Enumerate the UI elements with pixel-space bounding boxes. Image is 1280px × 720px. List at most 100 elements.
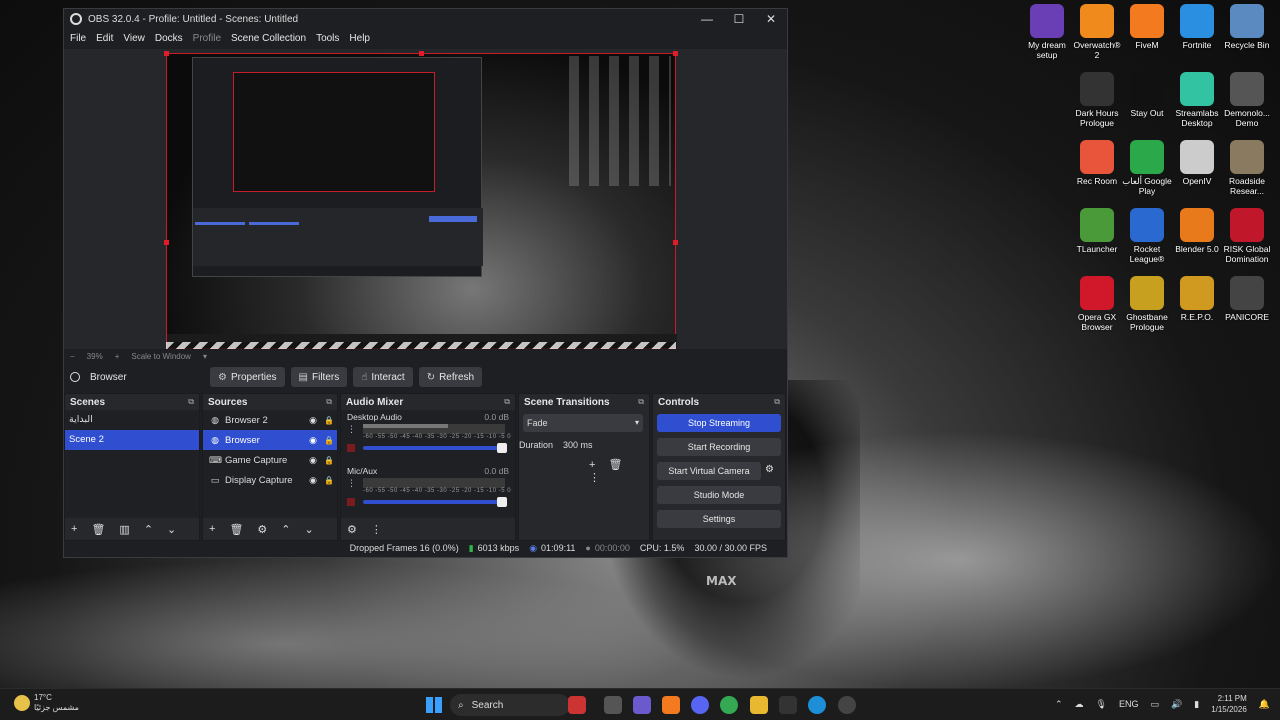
- source-item[interactable]: ⌨ Game Capture ◉ 🔒: [203, 450, 337, 470]
- move-up-icon[interactable]: ⌃: [144, 523, 153, 536]
- chrome-icon[interactable]: [720, 696, 738, 714]
- resize-handle[interactable]: [164, 51, 169, 56]
- mute-icon[interactable]: [347, 498, 355, 506]
- eye-icon[interactable]: ◉: [305, 435, 321, 446]
- desktop-icon[interactable]: TLauncher: [1072, 208, 1122, 254]
- cloud-icon[interactable]: ☁: [1075, 699, 1084, 710]
- chevron-down-icon[interactable]: ▾: [203, 352, 207, 361]
- volume-icon[interactable]: 🔊: [1171, 699, 1182, 710]
- weather-widget[interactable]: 17°C مشمس جزئيًا: [14, 693, 79, 713]
- trash-icon[interactable]: 🗑: [609, 459, 623, 471]
- source-item[interactable]: ▭ Display Capture ◉ 🔒: [203, 470, 337, 490]
- desktop-icon[interactable]: Fortnite: [1172, 4, 1222, 50]
- preview-area[interactable]: [64, 49, 787, 349]
- eye-icon[interactable]: ◉: [305, 475, 321, 486]
- desktop-icon[interactable]: RISK Global Domination: [1222, 208, 1272, 264]
- zoom-in-button[interactable]: +: [115, 352, 120, 361]
- lock-icon[interactable]: 🔒: [321, 416, 337, 425]
- studio-mode-button[interactable]: Studio Mode: [657, 486, 781, 504]
- more-icon[interactable]: ⋮: [347, 478, 356, 489]
- language-indicator[interactable]: ENG: [1119, 699, 1139, 709]
- mic-icon[interactable]: 🎙: [1096, 699, 1107, 710]
- undock-icon[interactable]: ⧉: [326, 397, 332, 407]
- undock-icon[interactable]: ⧉: [504, 397, 510, 407]
- interact-button[interactable]: ☝ Interact: [353, 367, 413, 387]
- resize-handle[interactable]: [419, 51, 424, 56]
- lock-icon[interactable]: 🔒: [321, 456, 337, 465]
- scale-mode[interactable]: Scale to Window: [131, 352, 191, 361]
- minimize-button[interactable]: —: [691, 9, 723, 29]
- menu-view[interactable]: View: [123, 33, 145, 44]
- menu-help[interactable]: Help: [349, 33, 370, 44]
- desktop-icon[interactable]: Overwatch® 2: [1072, 4, 1122, 60]
- add-source-icon[interactable]: +: [209, 523, 215, 535]
- resize-handle[interactable]: [164, 240, 169, 245]
- undock-icon[interactable]: ⧉: [774, 397, 780, 407]
- desktop-icon[interactable]: Dark Hours Prologue: [1072, 72, 1122, 128]
- volume-slider[interactable]: [363, 497, 507, 507]
- undock-icon[interactable]: ⧉: [188, 397, 194, 407]
- transition-select[interactable]: Fade ▾: [523, 414, 643, 432]
- start-recording-button[interactable]: Start Recording: [657, 438, 781, 456]
- advanced-audio-icon[interactable]: ⚙: [347, 523, 357, 536]
- chevron-up-icon[interactable]: ⌃: [1055, 699, 1063, 710]
- menu-tools[interactable]: Tools: [316, 33, 339, 44]
- desktop-icon[interactable]: Stay Out: [1122, 72, 1172, 118]
- desktop-icon[interactable]: ألعاب Google Play: [1122, 140, 1172, 196]
- desktop-icon[interactable]: OpenIV: [1172, 140, 1222, 186]
- network-icon[interactable]: ▭: [1151, 699, 1160, 710]
- file-explorer-icon[interactable]: [750, 696, 768, 714]
- windows-start-icon[interactable]: [426, 697, 442, 713]
- slider-knob[interactable]: [497, 497, 507, 507]
- more-icon[interactable]: ⋮: [347, 424, 356, 435]
- gear-icon[interactable]: ⚙: [765, 464, 774, 475]
- discord-icon[interactable]: [691, 696, 709, 714]
- trash-icon[interactable]: 🗑: [91, 523, 105, 536]
- settings-button[interactable]: Settings: [657, 510, 781, 528]
- clock[interactable]: 2:11 PM 1/15/2026: [1211, 693, 1247, 715]
- store-icon[interactable]: [779, 696, 797, 714]
- menu-file[interactable]: File: [70, 33, 86, 44]
- move-down-icon[interactable]: ⌄: [167, 523, 176, 536]
- desktop-icon[interactable]: FiveM: [1122, 4, 1172, 50]
- menu-scene-collection[interactable]: Scene Collection: [231, 33, 306, 44]
- battery-icon[interactable]: ▮: [1194, 699, 1199, 710]
- menu-docks[interactable]: Docks: [155, 33, 183, 44]
- edge-icon[interactable]: [808, 696, 826, 714]
- eye-icon[interactable]: ◉: [305, 455, 321, 466]
- eye-icon[interactable]: ◉: [305, 415, 321, 426]
- copilot-icon[interactable]: [633, 696, 651, 714]
- resize-handle[interactable]: [673, 51, 678, 56]
- desktop-icon[interactable]: Recycle Bin: [1222, 4, 1272, 50]
- source-item-selected[interactable]: ◍ Browser ◉ 🔒: [203, 430, 337, 450]
- move-down-icon[interactable]: ⌄: [305, 523, 314, 536]
- desktop-icon[interactable]: Ghostbane Prologue: [1122, 276, 1172, 332]
- obs-icon[interactable]: [838, 696, 856, 714]
- menu-profile[interactable]: Profile: [193, 33, 221, 44]
- preview-canvas[interactable]: [164, 51, 678, 349]
- desktop-icon[interactable]: PANICORE: [1222, 276, 1272, 322]
- close-button[interactable]: ✕: [755, 9, 787, 29]
- add-transition-icon[interactable]: +: [589, 459, 595, 471]
- properties-button[interactable]: ⚙ Properties: [210, 367, 285, 387]
- notification-icon[interactable]: 🔔: [1259, 699, 1270, 710]
- slider-knob[interactable]: [497, 443, 507, 453]
- undock-icon[interactable]: ⧉: [638, 397, 644, 407]
- gear-icon[interactable]: ⚙: [257, 523, 267, 536]
- scene-filters-icon[interactable]: ▥: [119, 523, 129, 536]
- fivem-icon[interactable]: [662, 696, 680, 714]
- scene-item-selected[interactable]: Scene 2: [65, 430, 199, 450]
- desktop-icon[interactable]: Blender 5.0: [1172, 208, 1222, 254]
- lock-icon[interactable]: 🔒: [321, 476, 337, 485]
- desktop-icon[interactable]: Opera GX Browser: [1072, 276, 1122, 332]
- desktop-icon[interactable]: Demonolo... Demo: [1222, 72, 1272, 128]
- duration-input[interactable]: 300 ms: [563, 440, 593, 450]
- menu-edit[interactable]: Edit: [96, 33, 113, 44]
- volume-slider[interactable]: [363, 443, 507, 453]
- scene-item[interactable]: البداية: [65, 410, 199, 430]
- desktop-icon[interactable]: Rec Room: [1072, 140, 1122, 186]
- desktop-icon[interactable]: Rocket League®: [1122, 208, 1172, 264]
- add-scene-icon[interactable]: +: [71, 523, 77, 535]
- desktop-icon[interactable]: Roadside Resear...: [1222, 140, 1272, 196]
- trash-icon[interactable]: 🗑: [229, 523, 243, 536]
